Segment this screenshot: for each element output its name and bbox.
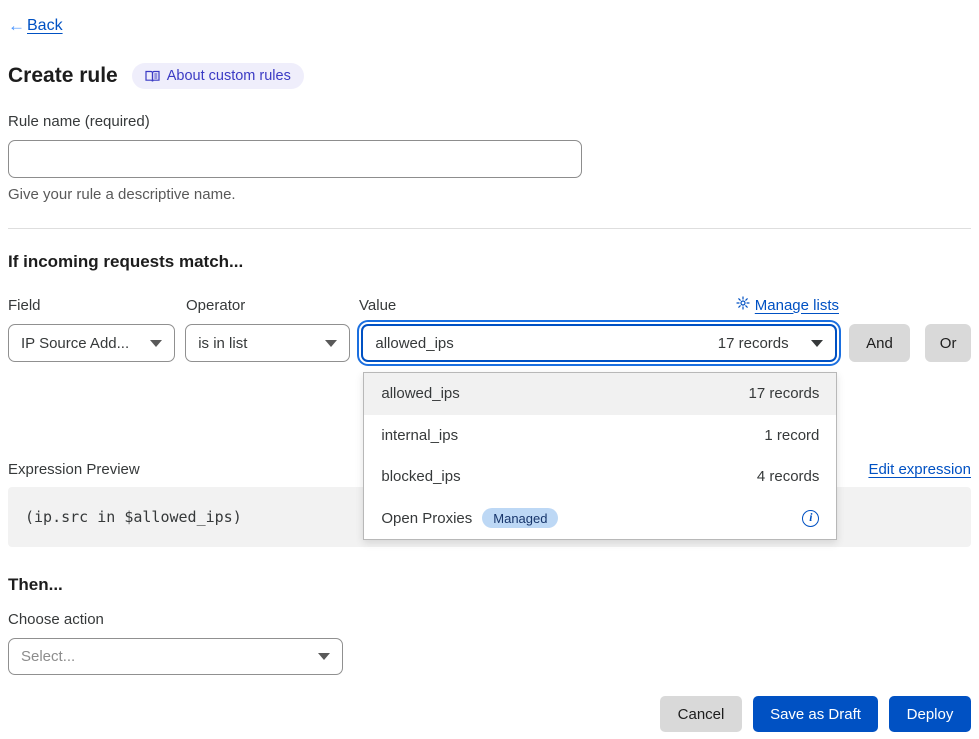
field-label: Field xyxy=(8,297,186,314)
lists-dropdown: allowed_ips 17 records internal_ips 1 re… xyxy=(363,372,837,540)
value-select-records: 17 records xyxy=(718,335,789,352)
create-rule-page: ←Back Create rule About custom rules Rul… xyxy=(0,0,979,732)
edit-expression-link[interactable]: Edit expression xyxy=(868,461,971,478)
condition-labels-row: Field Operator Value Manage lists xyxy=(8,296,971,314)
rule-name-helper: Give your rule a descriptive name. xyxy=(8,186,971,203)
or-button[interactable]: Or xyxy=(925,324,971,362)
rule-name-label: Rule name (required) xyxy=(8,113,150,130)
book-icon xyxy=(145,70,160,83)
title-row: Create rule About custom rules xyxy=(8,63,971,89)
list-option-blocked-ips[interactable]: blocked_ips 4 records xyxy=(364,456,836,498)
chevron-down-icon xyxy=(318,653,330,660)
save-as-draft-button[interactable]: Save as Draft xyxy=(753,696,878,732)
rule-name-block: Rule name (required) Give your rule a de… xyxy=(8,113,971,203)
operator-select[interactable]: is in list xyxy=(185,324,350,362)
back-link-label: Back xyxy=(27,17,63,35)
value-select-wrap: allowed_ips 17 records allowed_ips 17 re… xyxy=(361,324,836,362)
and-button[interactable]: And xyxy=(849,324,911,362)
info-icon[interactable]: i xyxy=(802,510,819,527)
value-label: Value xyxy=(359,297,396,314)
back-arrow-icon: ← xyxy=(8,16,25,36)
deploy-button[interactable]: Deploy xyxy=(889,696,971,732)
list-option-name: Open Proxies xyxy=(381,510,472,527)
match-heading: If incoming requests match... xyxy=(8,252,971,272)
action-select[interactable]: Select... xyxy=(8,638,343,675)
list-option-name: internal_ips xyxy=(381,427,458,444)
field-select[interactable]: IP Source Add... xyxy=(8,324,175,362)
list-option-records: 1 record xyxy=(764,427,819,444)
list-option-records: 17 records xyxy=(749,385,820,402)
field-select-value: IP Source Add... xyxy=(21,335,129,352)
then-heading: Then... xyxy=(8,575,971,595)
chevron-down-icon xyxy=(811,340,823,347)
value-select-value: allowed_ips xyxy=(375,335,453,352)
expression-preview-label: Expression Preview xyxy=(8,461,140,478)
manage-lists-link[interactable]: Manage lists xyxy=(736,296,839,314)
footer-actions: Cancel Save as Draft Deploy xyxy=(8,696,971,732)
list-option-records: 4 records xyxy=(757,468,820,485)
gear-icon xyxy=(736,296,750,314)
condition-row: IP Source Add... is in list allowed_ips … xyxy=(8,324,971,362)
rule-name-input[interactable] xyxy=(8,140,582,178)
list-option-open-proxies[interactable]: Open Proxies Managed i xyxy=(364,498,836,540)
back-row: ←Back xyxy=(8,0,971,36)
managed-badge: Managed xyxy=(482,508,558,528)
chevron-down-icon xyxy=(150,340,162,347)
operator-select-value: is in list xyxy=(198,335,247,352)
value-select[interactable]: allowed_ips 17 records xyxy=(361,324,836,362)
cancel-button[interactable]: Cancel xyxy=(660,696,742,732)
manage-lists-label: Manage lists xyxy=(755,297,839,314)
back-link[interactable]: ←Back xyxy=(8,16,63,36)
choose-action-label: Choose action xyxy=(8,611,971,628)
page-title: Create rule xyxy=(8,64,118,88)
list-option-allowed-ips[interactable]: allowed_ips 17 records xyxy=(364,373,836,415)
section-divider xyxy=(8,228,971,229)
action-select-placeholder: Select... xyxy=(21,648,75,665)
match-section: If incoming requests match... Field Oper… xyxy=(8,252,971,362)
then-section: Then... Choose action Select... xyxy=(8,575,971,675)
about-custom-rules-link[interactable]: About custom rules xyxy=(132,63,304,89)
about-custom-rules-label: About custom rules xyxy=(167,68,291,84)
list-option-internal-ips[interactable]: internal_ips 1 record xyxy=(364,415,836,457)
chevron-down-icon xyxy=(325,340,337,347)
operator-label: Operator xyxy=(186,297,359,314)
list-option-name: blocked_ips xyxy=(381,468,460,485)
list-option-name: allowed_ips xyxy=(381,385,459,402)
expression-code: (ip.src in $allowed_ips) xyxy=(25,508,242,526)
